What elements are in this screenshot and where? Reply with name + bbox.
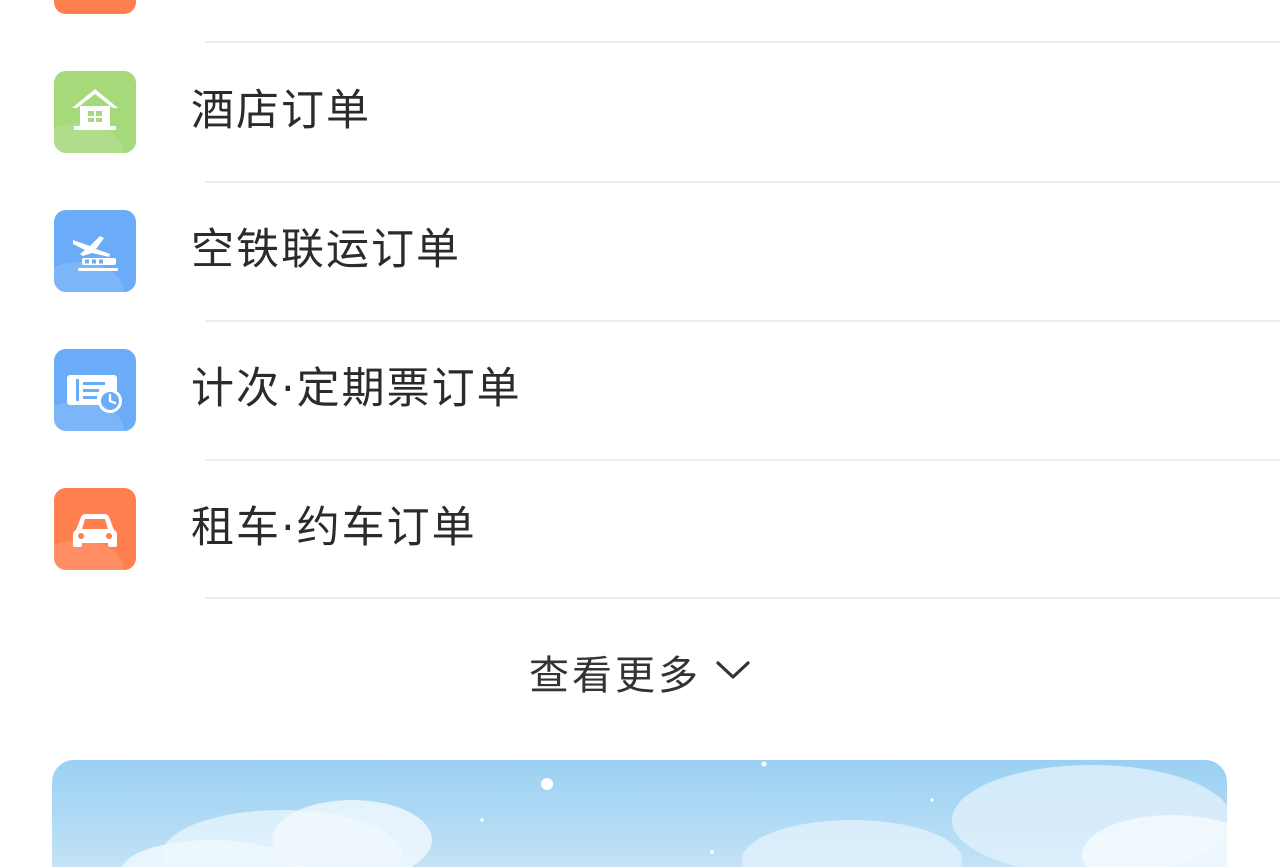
- ticket-clock-icon: [54, 349, 136, 431]
- chevron-down-icon: [715, 658, 751, 686]
- view-more-label: 查看更多: [529, 653, 701, 699]
- order-item-label: 计次·定期票订单: [191, 364, 522, 414]
- order-item-label: 空铁联运订单: [191, 225, 461, 275]
- order-item-periodic-ticket[interactable]: 计次·定期票订单: [0, 320, 1280, 459]
- sky-clouds-illustration: [122, 761, 1227, 867]
- previous-item-icon: [54, 0, 136, 14]
- order-item-car-rental[interactable]: 租车·约车订单: [0, 459, 1280, 598]
- list-divider: [205, 597, 1280, 599]
- promo-banner[interactable]: [52, 760, 1227, 867]
- air-rail-icon: [54, 210, 136, 292]
- orders-page: 酒店订单 空铁联运订单 计次·定期票订单 租车·约车订单 查看更多: [0, 0, 1280, 867]
- view-more-button[interactable]: 查看更多: [0, 640, 1280, 704]
- order-item-label: 酒店订单: [191, 86, 371, 136]
- order-item-air-rail[interactable]: 空铁联运订单: [0, 181, 1280, 320]
- order-item-hotel[interactable]: 酒店订单: [0, 42, 1280, 181]
- order-item-label: 租车·约车订单: [191, 503, 477, 553]
- car-icon: [54, 488, 136, 570]
- hotel-icon: [54, 71, 136, 153]
